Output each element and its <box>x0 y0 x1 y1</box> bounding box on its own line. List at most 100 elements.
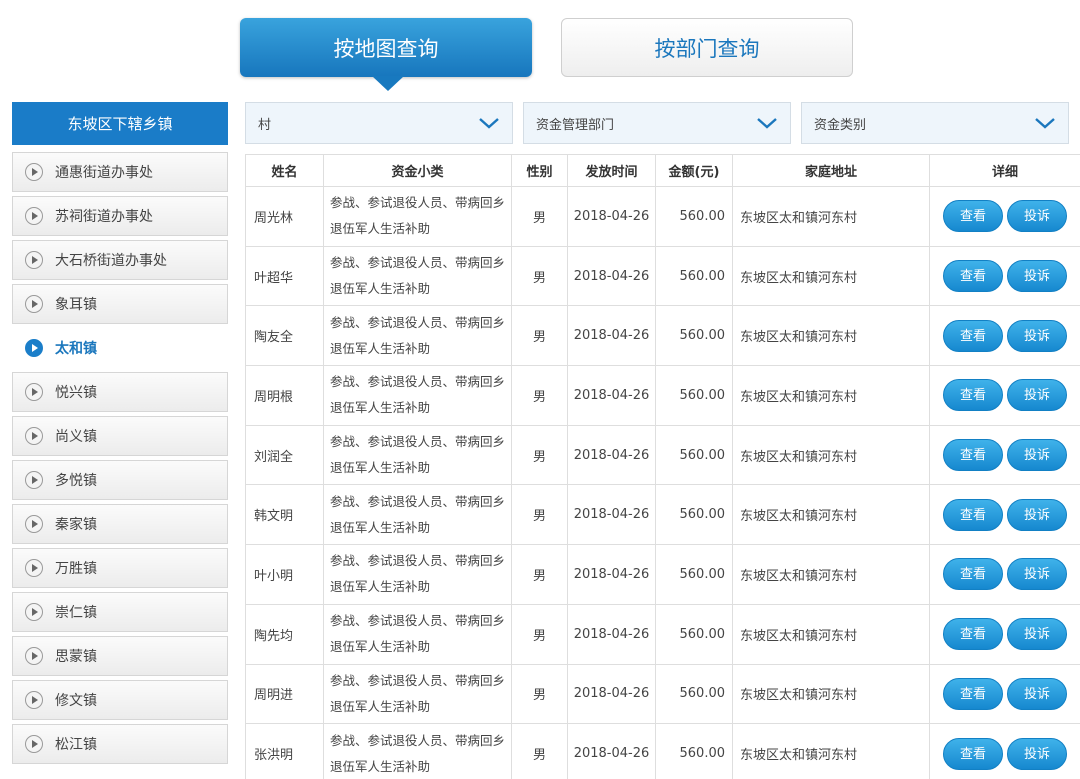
cell-amount: 560.00 <box>655 603 733 665</box>
cell-sex: 男 <box>511 484 568 546</box>
col-header-amount: 金额(元) <box>655 154 733 187</box>
view-button[interactable]: 查看 <box>943 260 1003 293</box>
cell-date: 2018-04-26 <box>567 603 656 665</box>
play-arrow-icon <box>25 207 43 225</box>
cell-date: 2018-04-26 <box>567 245 656 307</box>
view-button[interactable]: 查看 <box>943 439 1003 472</box>
fund-records-table: 姓名 资金小类 性别 发放时间 金额(元) 家庭地址 详细 周光林 参战、参试退役… <box>245 154 1080 779</box>
cell-date: 2018-04-26 <box>567 186 656 247</box>
play-arrow-icon <box>25 735 43 753</box>
sidebar-item-township[interactable]: 松江镇 <box>12 724 228 764</box>
cell-category: 参战、参试退役人员、带病回乡退伍军人生活补助 <box>323 305 512 367</box>
cell-address: 东坡区太和镇河东村 <box>732 424 930 486</box>
view-button[interactable]: 查看 <box>943 737 1003 770</box>
sidebar-item-township[interactable]: 苏祠街道办事处 <box>12 196 228 236</box>
complain-button[interactable]: 投诉 <box>1007 379 1067 412</box>
sidebar-item-township[interactable]: 崇仁镇 <box>12 592 228 632</box>
view-button[interactable]: 查看 <box>943 558 1003 591</box>
sidebar-item-label: 崇仁镇 <box>55 605 97 621</box>
sidebar-item-label: 大石桥街道办事处 <box>55 253 167 269</box>
cell-actions: 查看 投诉 <box>929 365 1080 426</box>
tab-map-query-label: 按地图查询 <box>333 36 439 61</box>
sidebar-item-township[interactable]: 尚义镇 <box>12 416 228 456</box>
cell-name: 陶友全 <box>245 305 324 367</box>
complain-button[interactable]: 投诉 <box>1007 498 1067 531</box>
complain-button[interactable]: 投诉 <box>1007 737 1067 770</box>
view-button[interactable]: 查看 <box>943 618 1003 651</box>
complain-button[interactable]: 投诉 <box>1007 319 1067 352</box>
sidebar-item-label: 尚义镇 <box>55 429 97 445</box>
tab-dept-query-label: 按部门查询 <box>654 36 760 61</box>
table-row: 叶超华 参战、参试退役人员、带病回乡退伍军人生活补助男 2018-04-26 560.… <box>245 245 1080 307</box>
cell-actions: 查看 投诉 <box>929 305 1080 367</box>
sidebar-item-township[interactable]: 太和镇 <box>12 328 228 368</box>
cell-category: 参战、参试退役人员、带病回乡退伍军人生活补助 <box>323 484 512 546</box>
fund-type-select[interactable]: 资金类别 <box>801 102 1069 144</box>
cell-address: 东坡区太和镇河东村 <box>732 245 930 307</box>
fund-dept-select[interactable]: 资金管理部门 <box>523 102 791 144</box>
cell-actions: 查看 投诉 <box>929 186 1080 247</box>
view-button[interactable]: 查看 <box>943 200 1003 233</box>
township-list: 通惠街道办事处苏祠街道办事处 大石桥街道办事处 象耳镇太和镇悦兴镇尚义镇多悦镇秦家镇… <box>12 152 228 768</box>
complain-button[interactable]: 投诉 <box>1007 200 1067 233</box>
play-arrow-icon <box>25 295 43 313</box>
sidebar-item-township[interactable]: 象耳镇 <box>12 284 228 324</box>
cell-address: 东坡区太和镇河东村 <box>732 484 930 546</box>
sidebar-item-township[interactable]: 悦兴镇 <box>12 372 228 412</box>
sidebar-item-township[interactable]: 多悦镇 <box>12 460 228 500</box>
cell-amount: 560.00 <box>655 424 733 486</box>
col-header-date: 发放时间 <box>567 154 656 187</box>
sidebar-item-label: 苏祠街道办事处 <box>55 209 153 225</box>
cell-name: 周明根 <box>245 365 324 426</box>
cell-address: 东坡区太和镇河东村 <box>732 305 930 367</box>
play-arrow-icon <box>25 427 43 445</box>
active-tab-pointer <box>372 76 404 91</box>
view-button[interactable]: 查看 <box>943 379 1003 412</box>
cell-name: 周明进 <box>245 663 324 725</box>
complain-button[interactable]: 投诉 <box>1007 439 1067 472</box>
complain-button[interactable]: 投诉 <box>1007 618 1067 651</box>
cell-date: 2018-04-26 <box>567 305 656 367</box>
view-button[interactable]: 查看 <box>943 677 1003 710</box>
col-header-address: 家庭地址 <box>732 154 930 187</box>
sidebar-item-label: 修文镇 <box>55 693 97 709</box>
view-button[interactable]: 查看 <box>943 319 1003 352</box>
sidebar-item-label: 秦家镇 <box>55 517 97 533</box>
sidebar-item-township[interactable]: 万胜镇 <box>12 548 228 588</box>
complain-button[interactable]: 投诉 <box>1007 558 1067 591</box>
sidebar-item-township[interactable]: 通惠街道办事处 <box>12 152 228 192</box>
play-arrow-icon <box>25 647 43 665</box>
cell-category: 参战、参试退役人员、带病回乡退伍军人生活补助 <box>323 365 512 426</box>
cell-sex: 男 <box>511 723 568 779</box>
cell-sex: 男 <box>511 186 568 247</box>
sidebar-item-township[interactable]: 大石桥街道办事处 <box>12 240 228 280</box>
sidebar-item-township[interactable]: 秦家镇 <box>12 504 228 544</box>
sidebar-item-township[interactable]: 修文镇 <box>12 680 228 720</box>
sidebar-item-label: 多悦镇 <box>55 473 97 489</box>
play-arrow-icon <box>25 163 43 181</box>
complain-button[interactable]: 投诉 <box>1007 677 1067 710</box>
play-arrow-icon <box>25 603 43 621</box>
cell-amount: 560.00 <box>655 663 733 725</box>
tab-map-query[interactable]: 按地图查询 <box>240 18 532 91</box>
village-select[interactable]: 村 <box>245 102 513 144</box>
sidebar-item-label: 太和镇 <box>55 341 97 357</box>
cell-sex: 男 <box>511 424 568 486</box>
fund-type-select-value: 资金类别 <box>814 117 867 133</box>
cell-category: 参战、参试退役人员、带病回乡退伍军人生活补助 <box>323 663 512 725</box>
table-row: 周明根 参战、参试退役人员、带病回乡退伍军人生活补助男 2018-04-26 560.… <box>245 365 1080 426</box>
sidebar-item-label: 象耳镇 <box>55 297 97 313</box>
cell-date: 2018-04-26 <box>567 544 656 605</box>
tab-dept-query[interactable]: 按部门查询 <box>561 18 853 77</box>
cell-actions: 查看 投诉 <box>929 484 1080 546</box>
play-arrow-icon <box>25 471 43 489</box>
cell-sex: 男 <box>511 663 568 725</box>
cell-category: 参战、参试退役人员、带病回乡退伍军人生活补助 <box>323 186 512 247</box>
view-button[interactable]: 查看 <box>943 498 1003 531</box>
complain-button[interactable]: 投诉 <box>1007 260 1067 293</box>
play-arrow-icon <box>25 515 43 533</box>
cell-name: 陶先均 <box>245 603 324 665</box>
table-row: 张洪明 参战、参试退役人员、带病回乡退伍军人生活补助男 2018-04-26 560.… <box>245 723 1080 779</box>
cell-name: 张洪明 <box>245 723 324 779</box>
sidebar-item-township[interactable]: 思蒙镇 <box>12 636 228 676</box>
